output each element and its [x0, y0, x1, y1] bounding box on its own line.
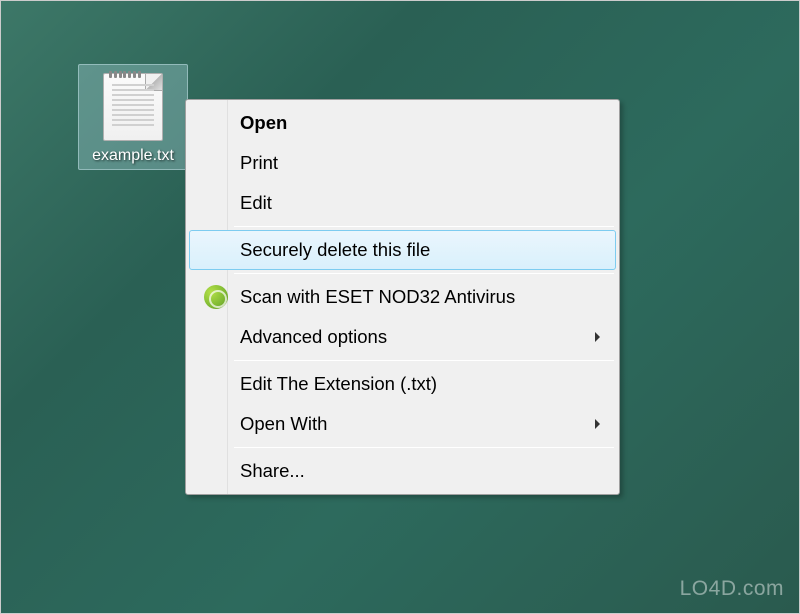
chevron-right-icon — [595, 332, 600, 342]
notepad-spiral — [108, 71, 142, 79]
menu-advanced-options-label: Advanced options — [240, 326, 387, 348]
menu-edit-label: Edit — [240, 192, 272, 214]
separator-1 — [234, 226, 614, 227]
menu-open[interactable]: Open — [189, 103, 616, 143]
text-file-icon — [103, 73, 163, 141]
menu-securely-delete[interactable]: Securely delete this file — [189, 230, 616, 270]
separator-4 — [234, 447, 614, 448]
menu-edit[interactable]: Edit — [189, 183, 616, 223]
menu-print-label: Print — [240, 152, 278, 174]
file-label: example.txt — [92, 147, 174, 165]
menu-open-label: Open — [240, 112, 287, 134]
desktop-file-icon[interactable]: example.txt — [78, 64, 188, 170]
menu-edit-extension[interactable]: Edit The Extension (.txt) — [189, 364, 616, 404]
menu-securely-delete-label: Securely delete this file — [240, 239, 430, 261]
menu-print[interactable]: Print — [189, 143, 616, 183]
menu-share[interactable]: Share... — [189, 451, 616, 491]
menu-scan-eset-label: Scan with ESET NOD32 Antivirus — [240, 286, 515, 308]
menu-share-label: Share... — [240, 460, 305, 482]
separator-3 — [234, 360, 614, 361]
menu-scan-eset[interactable]: Scan with ESET NOD32 Antivirus — [189, 277, 616, 317]
context-menu: Open Print Edit Securely delete this fil… — [185, 99, 620, 495]
menu-open-with[interactable]: Open With — [189, 404, 616, 444]
watermark: LO4D.com — [680, 577, 784, 601]
menu-open-with-label: Open With — [240, 413, 327, 435]
menu-edit-extension-label: Edit The Extension (.txt) — [240, 373, 437, 395]
chevron-right-icon — [595, 419, 600, 429]
eset-icon — [204, 285, 228, 309]
separator-2 — [234, 273, 614, 274]
menu-advanced-options[interactable]: Advanced options — [189, 317, 616, 357]
